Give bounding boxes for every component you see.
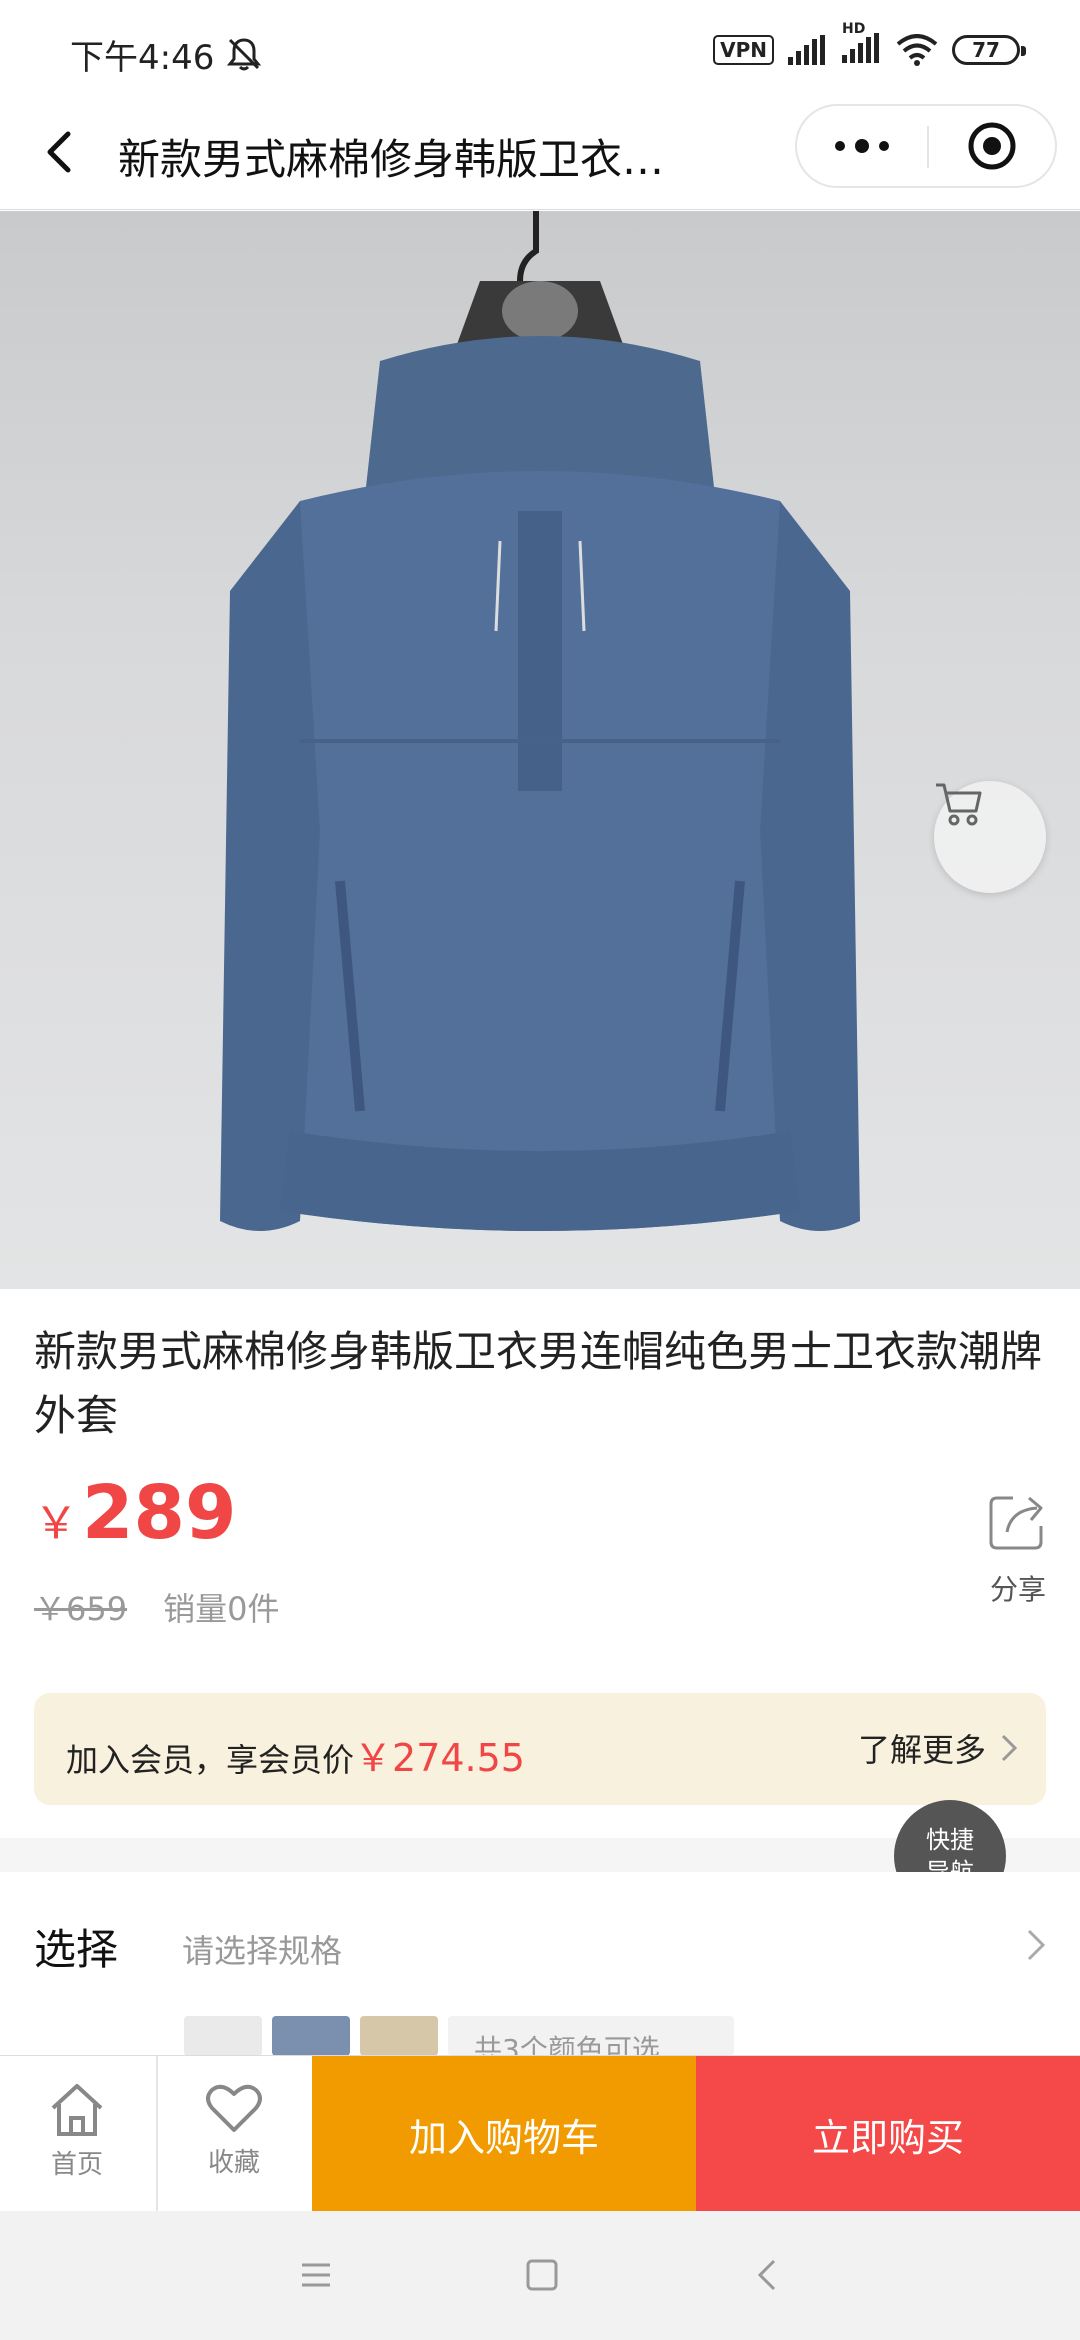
wifi-icon xyxy=(896,34,938,66)
square-icon[interactable] xyxy=(522,2255,562,2295)
share-icon xyxy=(989,1496,1043,1550)
home-icon xyxy=(51,2084,103,2136)
close-mini-program-button[interactable] xyxy=(929,106,1055,186)
color-thumb-blue[interactable] xyxy=(272,2016,350,2056)
signal-icon xyxy=(788,35,825,65)
price-value: 289 xyxy=(82,1470,237,1556)
share-button[interactable]: 分享 xyxy=(978,1490,1058,1608)
color-thumbnails[interactable] xyxy=(184,2016,438,2056)
battery-indicator: 77 xyxy=(952,35,1026,65)
add-to-cart-button[interactable]: 加入购物车 xyxy=(312,2056,696,2212)
learn-more-link[interactable]: 了解更多 xyxy=(858,1725,1018,1771)
product-title: 新款男式麻棉修身韩版卫衣男连帽纯色男士卫衣款潮牌外套 xyxy=(34,1327,1043,1440)
chevron-right-icon xyxy=(1027,1929,1046,1961)
nav-bar: 新款男式麻棉修身韩版卫衣… xyxy=(0,96,1080,210)
back-icon[interactable] xyxy=(748,2255,788,2295)
status-time: 下午4:46 xyxy=(70,38,215,78)
sales-count: 销量0件 xyxy=(163,1590,280,1628)
spec-label: 选择 xyxy=(34,1925,119,1974)
original-price: ￥659 xyxy=(34,1590,128,1628)
heart-icon xyxy=(206,2084,262,2132)
vpn-badge: VPN xyxy=(713,35,774,65)
quick-nav-label-1: 快捷 xyxy=(926,1826,974,1854)
learn-more-label: 了解更多 xyxy=(857,1731,986,1769)
bottom-action-bar: 首页 收藏 加入购物车 立即购买 xyxy=(0,2055,1080,2212)
price: ￥ 289 xyxy=(34,1470,236,1556)
back-icon[interactable] xyxy=(38,122,78,182)
product-image xyxy=(220,211,860,1231)
color-count-note: 共3个颜色可选 xyxy=(448,2016,734,2056)
more-button[interactable] xyxy=(797,106,927,186)
more-icon xyxy=(835,139,889,153)
status-bar: 下午4:46 VPN HD 77 xyxy=(0,0,1080,96)
hd-label: HD xyxy=(842,21,866,37)
color-thumb-khaki[interactable] xyxy=(360,2016,438,2056)
page-title: 新款男式麻棉修身韩版卫衣… xyxy=(118,135,665,184)
system-nav-bar xyxy=(0,2211,1080,2340)
favorite-label: 收藏 xyxy=(207,2148,260,2178)
color-thumb-white[interactable] xyxy=(184,2016,262,2056)
signal-icon xyxy=(842,33,879,63)
member-price: ￥274.55 xyxy=(354,1736,525,1780)
member-banner[interactable]: 加入会员，享会员价￥274.55 了解更多 xyxy=(34,1693,1046,1805)
product-image-carousel[interactable] xyxy=(0,211,1080,1289)
floating-cart-button[interactable] xyxy=(934,781,1046,893)
spec-hint: 请选择规格 xyxy=(182,1932,343,1970)
favorite-tab[interactable]: 收藏 xyxy=(156,2056,310,2212)
bell-off-icon xyxy=(226,38,262,71)
chevron-right-icon xyxy=(1001,1734,1018,1762)
mini-program-capsule xyxy=(795,104,1057,188)
home-label: 首页 xyxy=(50,2150,103,2180)
buy-now-button[interactable]: 立即购买 xyxy=(696,2056,1080,2212)
mini-program-close-icon xyxy=(968,122,1016,170)
spec-select-row[interactable]: 选择 请选择规格 xyxy=(0,1872,1080,2022)
member-text: 加入会员，享会员价 xyxy=(66,1741,355,1779)
home-tab[interactable]: 首页 xyxy=(0,2056,154,2212)
menu-icon[interactable] xyxy=(296,2255,336,2295)
price-currency: ￥ xyxy=(34,1498,78,1549)
share-label: 分享 xyxy=(989,1573,1046,1606)
cart-icon xyxy=(936,783,982,826)
